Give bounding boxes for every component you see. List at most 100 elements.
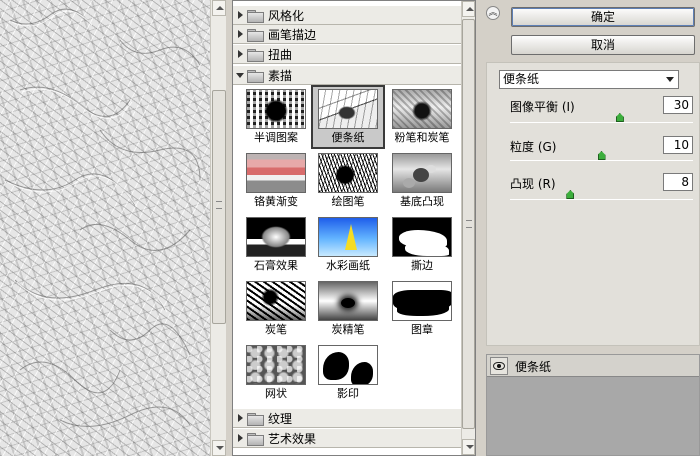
filter-thumbnail-label: 水彩画纸 xyxy=(326,259,370,272)
filter-thumbnail-label: 图章 xyxy=(411,323,433,336)
folder-icon xyxy=(247,432,264,446)
filter-settings-panel: ︽ 确定 取消 便条纸 图像平衡 (I) 30 粒度 (G) 10 凸现 (R)… xyxy=(486,0,700,456)
filter-select-value: 便条纸 xyxy=(503,72,540,86)
category-label: 素描 xyxy=(268,68,293,83)
filter-thumbnail[interactable]: 炭精笔 xyxy=(311,277,385,341)
filter-thumbnail-label: 影印 xyxy=(337,387,359,400)
filter-thumbnail-label: 炭笔 xyxy=(265,323,287,336)
graininess-slider[interactable] xyxy=(510,151,693,161)
filter-thumbnail-label: 石膏效果 xyxy=(254,259,298,272)
graininess-label: 粒度 (G) xyxy=(510,140,557,154)
filter-thumbnail-image xyxy=(246,89,306,129)
filter-thumbnail-image xyxy=(246,153,306,193)
filter-thumbnail-image xyxy=(392,153,452,193)
category-label: 艺术效果 xyxy=(268,431,317,446)
filter-thumbnail[interactable]: 便条纸 xyxy=(311,85,385,149)
collapsed-triangle-icon[interactable] xyxy=(233,409,247,428)
collapsed-triangle-icon[interactable] xyxy=(233,25,247,44)
preview-texture xyxy=(4,8,201,427)
filter-thumbnail[interactable]: 基底凸现 xyxy=(385,149,459,213)
filter-thumbnail[interactable]: 图章 xyxy=(385,277,459,341)
filter-thumbnail-label: 粉笔和炭笔 xyxy=(394,131,450,144)
ok-button[interactable]: 确定 xyxy=(511,7,695,27)
filter-thumbnail-label: 便条纸 xyxy=(331,131,365,144)
filter-thumbnail-label: 铬黄渐变 xyxy=(254,195,298,208)
cancel-button[interactable]: 取消 xyxy=(511,35,695,55)
category-brush-strokes[interactable]: 画笔描边 xyxy=(233,25,461,44)
filter-select[interactable]: 便条纸 xyxy=(499,70,679,89)
folder-icon xyxy=(247,48,264,62)
filter-thumbnail-image xyxy=(318,89,378,129)
filter-thumbnail-label: 半调图案 xyxy=(254,131,298,144)
filter-thumbnail[interactable]: 网状 xyxy=(239,341,313,405)
filter-thumbnail[interactable]: 石膏效果 xyxy=(239,213,313,277)
relief-slider-handle[interactable] xyxy=(566,190,575,199)
scroll-thumb[interactable] xyxy=(212,90,226,324)
filter-preview-canvas[interactable] xyxy=(0,0,210,456)
filter-thumbnail[interactable]: 水彩画纸 xyxy=(311,213,385,277)
filter-thumbnail-label: 网状 xyxy=(265,387,287,400)
filter-thumbnail-image xyxy=(392,217,452,257)
scroll-thumb[interactable] xyxy=(462,19,475,429)
filter-thumbnail[interactable]: 铬黄渐变 xyxy=(239,149,313,213)
effect-layer-row[interactable]: 便条纸 xyxy=(487,355,699,377)
filter-thumbnail-image xyxy=(246,217,306,257)
filter-thumbnail[interactable]: 半调图案 xyxy=(239,85,313,149)
graininess-input[interactable]: 10 xyxy=(663,136,693,154)
image-balance-slider[interactable] xyxy=(510,113,693,123)
image-balance-input[interactable]: 30 xyxy=(663,96,693,114)
filter-thumbnail-image xyxy=(318,281,378,321)
category-texture[interactable]: 纹理 xyxy=(233,409,461,428)
filter-gallery-list: 风格化 画笔描边 扭曲 素描 半调图案 便条纸 粉笔和炭笔铬黄渐变 绘图笔 基底凸现石膏… xyxy=(232,0,476,456)
visibility-toggle[interactable] xyxy=(490,357,508,375)
relief-label: 凸现 (R) xyxy=(510,177,556,191)
scroll-down-arrow-icon[interactable] xyxy=(462,439,475,455)
filter-thumbnail-image xyxy=(318,217,378,257)
scroll-up-arrow-icon[interactable] xyxy=(212,0,226,16)
image-balance-slider-handle[interactable] xyxy=(615,113,624,122)
category-distort[interactable]: 扭曲 xyxy=(233,45,461,64)
folder-icon xyxy=(247,69,264,83)
folder-icon xyxy=(247,9,264,23)
folder-icon xyxy=(247,28,264,42)
category-sketch[interactable]: 素描 xyxy=(233,66,461,85)
effect-layers-panel: 便条纸 xyxy=(486,354,700,456)
expanded-triangle-icon[interactable] xyxy=(233,66,247,85)
scroll-up-arrow-icon[interactable] xyxy=(462,1,475,17)
filter-thumbnail-image xyxy=(392,89,452,129)
filter-thumbnail-label: 基底凸现 xyxy=(400,195,444,208)
filter-options: 便条纸 图像平衡 (I) 30 粒度 (G) 10 凸现 (R) 8 xyxy=(486,62,700,346)
category-label: 画笔描边 xyxy=(268,27,317,42)
filter-list-scrollbar[interactable] xyxy=(461,1,475,455)
filter-thumbnail[interactable]: 撕边 xyxy=(385,213,459,277)
filter-thumbnail-label: 绘图笔 xyxy=(331,195,365,208)
filter-thumbnail-label: 撕边 xyxy=(411,259,433,272)
collapsed-triangle-icon[interactable] xyxy=(233,429,247,448)
preview-scrollbar[interactable] xyxy=(210,0,226,456)
chevron-down-icon[interactable] xyxy=(663,73,676,86)
filter-thumbnail[interactable]: 粉笔和炭笔 xyxy=(385,85,459,149)
filter-thumbnail-image xyxy=(392,281,452,321)
collapsed-triangle-icon[interactable] xyxy=(233,45,247,64)
filter-thumbnail-image xyxy=(246,345,306,385)
relief-slider[interactable] xyxy=(510,190,693,200)
filter-thumbnail-image xyxy=(246,281,306,321)
category-label: 纹理 xyxy=(268,411,293,426)
folder-icon xyxy=(247,412,264,426)
category-label: 风格化 xyxy=(268,8,305,23)
filter-thumbnail[interactable]: 影印 xyxy=(311,341,385,405)
graininess-slider-handle[interactable] xyxy=(597,151,606,160)
collapsed-triangle-icon[interactable] xyxy=(233,6,247,25)
category-label: 扭曲 xyxy=(268,47,293,62)
category-stylize[interactable]: 风格化 xyxy=(233,6,461,25)
filter-thumbnail[interactable]: 炭笔 xyxy=(239,277,313,341)
category-artistic[interactable]: 艺术效果 xyxy=(233,429,461,448)
double-chevron-up-icon[interactable]: ︽ xyxy=(486,6,500,20)
filter-thumbnail-label: 炭精笔 xyxy=(331,323,365,336)
relief-input[interactable]: 8 xyxy=(663,173,693,191)
scroll-down-arrow-icon[interactable] xyxy=(212,440,226,456)
eye-icon xyxy=(493,362,505,370)
filter-thumbnail[interactable]: 绘图笔 xyxy=(311,149,385,213)
image-balance-label: 图像平衡 (I) xyxy=(510,100,575,114)
effect-layer-name: 便条纸 xyxy=(515,360,552,374)
